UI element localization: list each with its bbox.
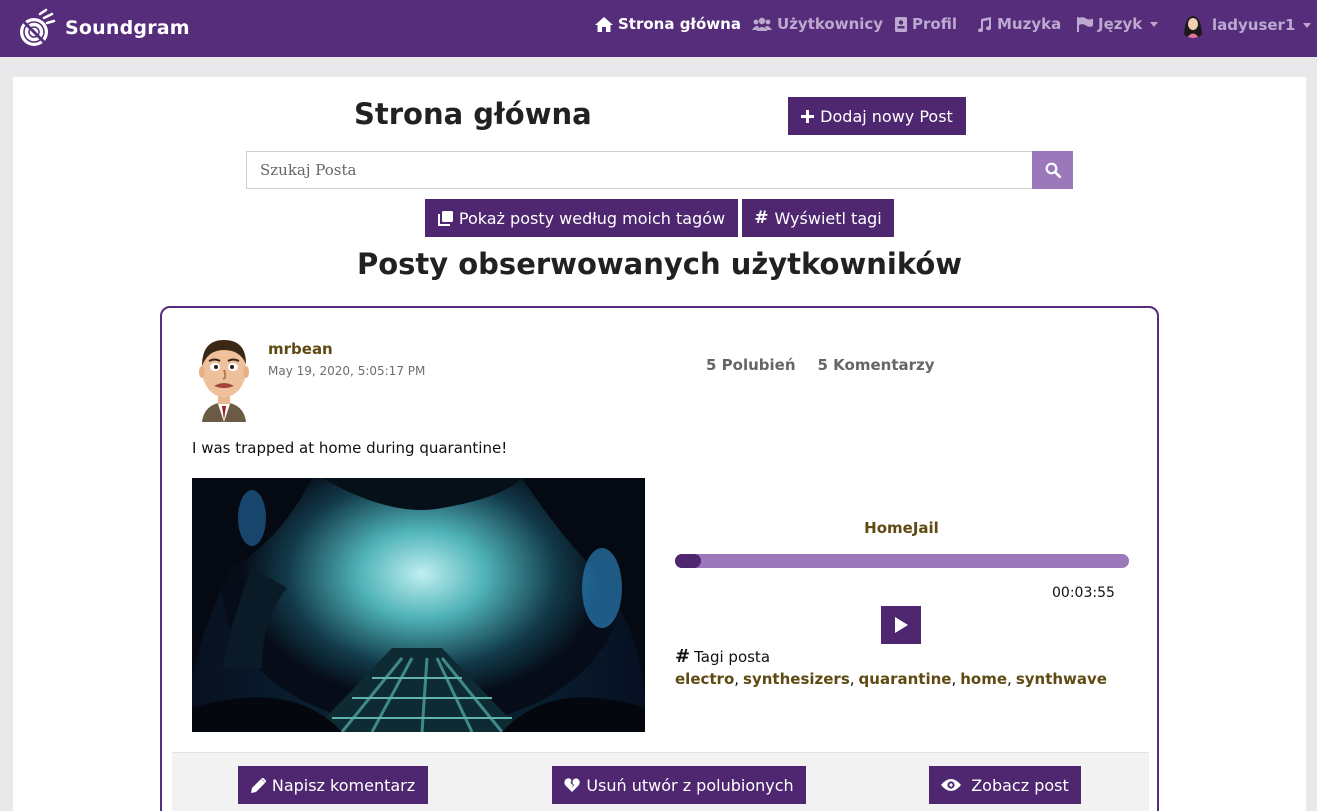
chevron-down-icon (1150, 21, 1159, 27)
view-post-label: Zobacz post (971, 775, 1069, 795)
nav-user-label: ladyuser1 (1212, 16, 1296, 34)
navbar: Soundgram Strona główna Użytkownicy Prof… (0, 0, 1317, 57)
nav-profile-label: Profil (912, 15, 957, 33)
nav-home[interactable]: Strona główna (595, 15, 741, 33)
home-icon (595, 16, 613, 32)
unlike-track-button[interactable]: Usuń utwór z polubionych (552, 766, 806, 804)
post-author[interactable]: mrbean (268, 340, 333, 358)
post-tags-label: Tagi posta (694, 647, 771, 666)
nav-music-label: Muzyka (997, 15, 1062, 33)
my-tags-posts-label: Pokaż posty według moich tagów (458, 208, 726, 228)
hashtag-icon: # (754, 208, 769, 228)
audio-progress-bar[interactable] (675, 554, 1129, 568)
nav-language-dropdown[interactable]: Język (1077, 15, 1159, 33)
post-tag[interactable]: electro (675, 670, 734, 688)
post-image (192, 478, 645, 732)
copy-icon (437, 210, 453, 226)
hashtag-icon: # (675, 646, 691, 667)
chevron-down-icon (1303, 22, 1312, 28)
author-avatar[interactable] (192, 334, 256, 422)
plus-icon (801, 109, 815, 123)
main-content: Strona główna Dodaj nowy Post Pokaż post… (13, 77, 1306, 811)
section-title: Posty obserwowanych użytkowników (356, 247, 963, 281)
play-button[interactable] (881, 606, 921, 644)
view-post-button[interactable]: Zobacz post (929, 766, 1081, 804)
audio-progress-handle[interactable] (675, 554, 701, 568)
page-title: Strona główna (354, 97, 592, 131)
show-tags-label: Wyświetl tagi (774, 208, 882, 228)
search-input[interactable] (246, 151, 1033, 189)
post-tag[interactable]: synthesizers (743, 670, 850, 688)
post-text: I was trapped at home during quarantine! (192, 439, 508, 457)
play-icon (895, 617, 908, 633)
nav-profile[interactable]: Profil (895, 15, 957, 33)
show-tags-button[interactable]: # Wyświetl tagi (742, 199, 894, 237)
post-date: May 19, 2020, 5:05:17 PM (268, 364, 426, 378)
avatar (1180, 12, 1206, 38)
comments-count[interactable]: 5 Komentarzy (818, 356, 935, 374)
likes-count[interactable]: 5 Polubień (706, 356, 796, 374)
nav-users[interactable]: Użytkownicy (752, 15, 883, 33)
post-tag[interactable]: home (960, 670, 1007, 688)
tag-separator: , (849, 670, 855, 688)
post-footer: Napisz komentarz Usuń utwór z polubionyc… (172, 752, 1149, 811)
add-post-label: Dodaj nowy Post (820, 106, 953, 126)
music-icon (978, 16, 992, 32)
users-icon (752, 17, 772, 31)
track-duration: 00:03:55 (1052, 585, 1115, 601)
unlike-track-label: Usuń utwór z polubionych (586, 775, 794, 795)
post-card: mrbean May 19, 2020, 5:05:17 PM 5 Polubi… (160, 306, 1159, 811)
eye-icon (941, 779, 962, 791)
search-icon (1045, 162, 1061, 178)
flag-icon (1077, 16, 1093, 32)
tag-separator: , (734, 670, 740, 688)
nav-language-label: Język (1098, 15, 1143, 33)
my-tags-posts-button[interactable]: Pokaż posty według moich tagów (425, 199, 738, 237)
nav-music[interactable]: Muzyka (976, 15, 1061, 33)
heart-broken-icon (564, 778, 581, 792)
add-post-button[interactable]: Dodaj nowy Post (788, 97, 966, 135)
nav-user-dropdown[interactable]: ladyuser1 (1180, 12, 1312, 38)
track-title: HomeJail (864, 519, 939, 537)
id-card-icon (895, 16, 907, 32)
tag-separator: , (951, 670, 957, 688)
nav-home-label: Strona główna (618, 15, 741, 33)
logo-icon (20, 8, 56, 46)
post-tag[interactable]: quarantine (859, 670, 952, 688)
pencil-icon (250, 777, 266, 793)
search-button[interactable] (1032, 151, 1073, 189)
post-tag[interactable]: synthwave (1016, 670, 1107, 688)
brand[interactable]: Soundgram (16, 8, 190, 48)
brand-name: Soundgram (65, 17, 190, 39)
post-tags-heading: # Tagi posta (675, 646, 770, 667)
post-tags-list: electro, synthesizers, quarantine, home, syn… (675, 670, 1107, 688)
nav-users-label: Użytkownicy (777, 15, 884, 33)
write-comment-button[interactable]: Napisz komentarz (238, 766, 428, 804)
write-comment-label: Napisz komentarz (271, 775, 416, 795)
tag-separator: , (1007, 670, 1012, 688)
post-stats: 5 Polubień 5 Komentarzy (706, 356, 935, 374)
